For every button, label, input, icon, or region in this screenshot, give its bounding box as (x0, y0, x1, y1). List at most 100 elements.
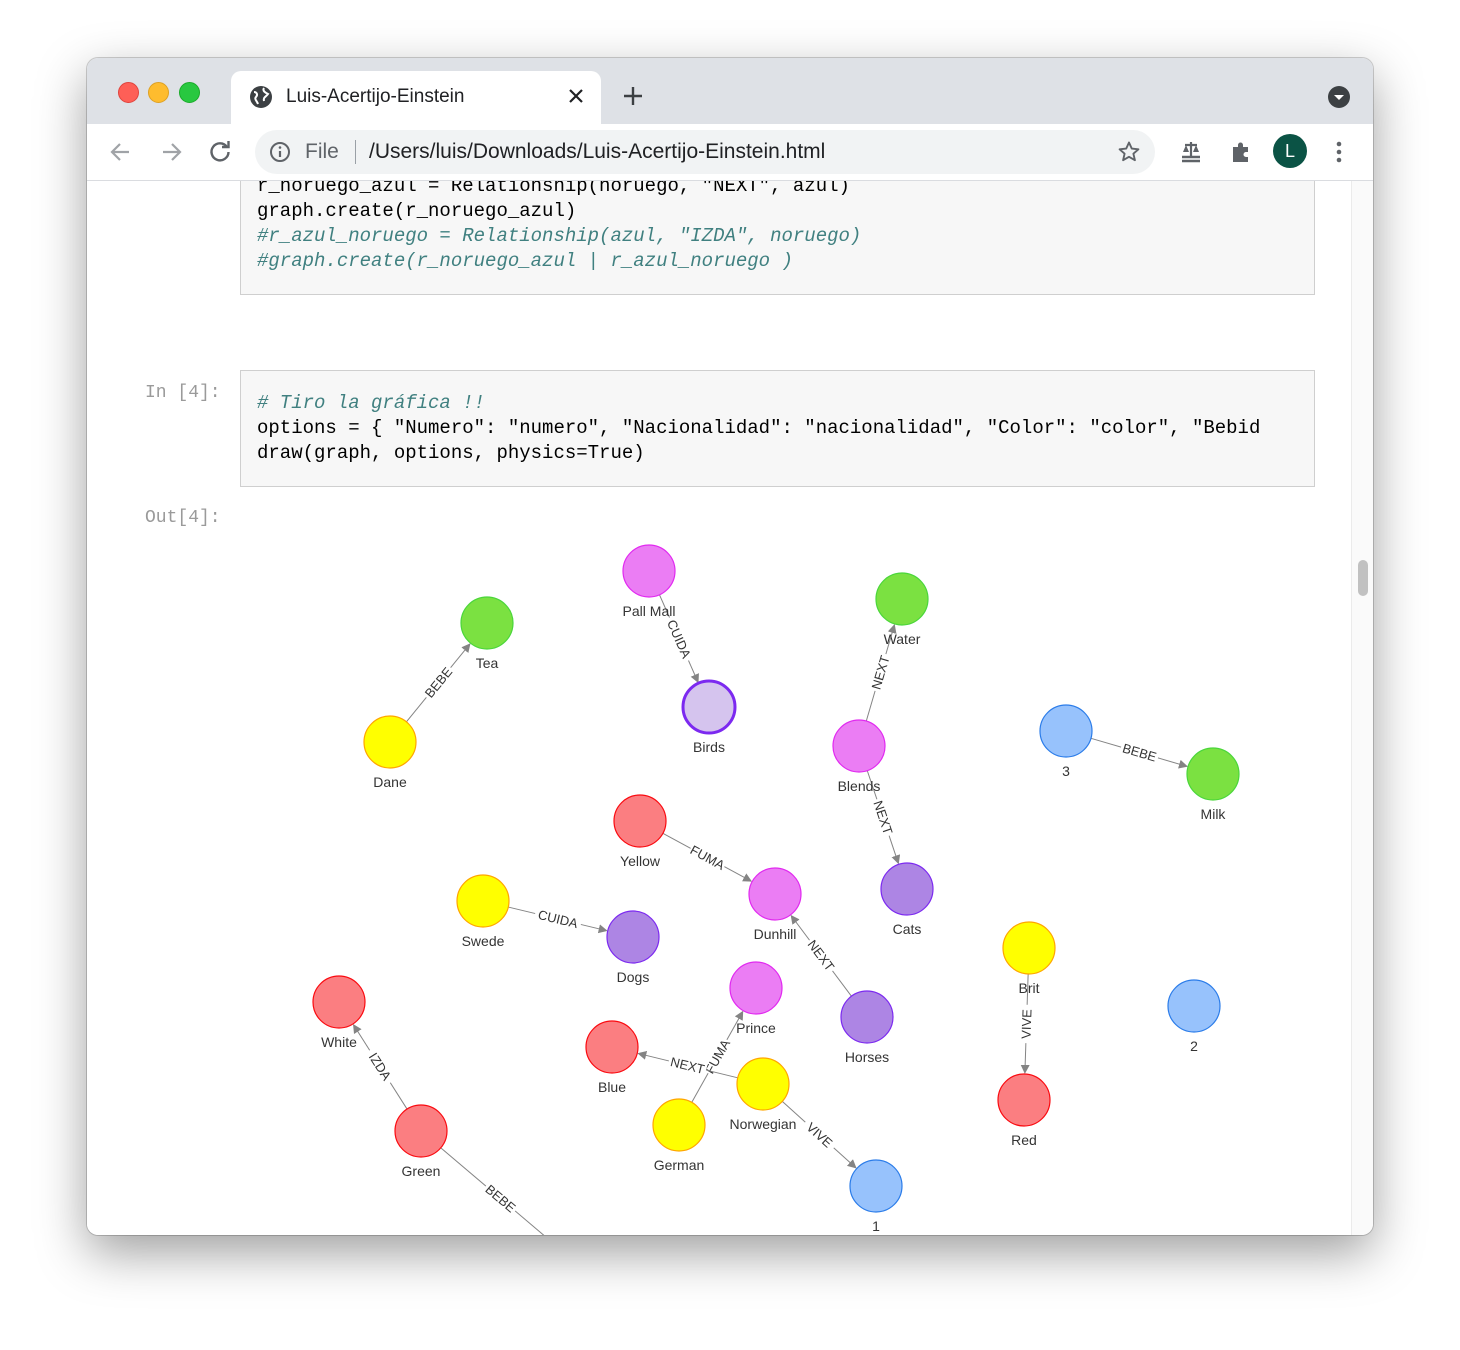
profile-avatar[interactable]: L (1273, 134, 1307, 168)
node-label: Norwegian (730, 1116, 797, 1132)
node-circle[interactable] (681, 679, 737, 735)
node-circle[interactable] (736, 1057, 790, 1111)
kebab-menu-icon[interactable] (1325, 138, 1353, 166)
node-circle[interactable] (456, 874, 510, 928)
close-icon[interactable] (567, 87, 585, 105)
edge-label: NEXT (669, 1054, 706, 1077)
node-circle[interactable] (622, 544, 676, 598)
node-label: Dunhill (754, 926, 797, 942)
graph-node-yellow[interactable]: Yellow (613, 794, 667, 869)
node-label: Swede (462, 933, 505, 949)
edge-label: CUIDA (664, 617, 694, 660)
tab-active[interactable]: Luis-Acertijo-Einstein (231, 71, 601, 124)
node-label: 3 (1062, 763, 1070, 779)
info-icon[interactable] (269, 141, 291, 163)
node-circle[interactable] (363, 715, 417, 769)
graph-node-blue[interactable]: Blue (585, 1020, 639, 1095)
node-label: Red (1011, 1132, 1037, 1148)
node-circle[interactable] (613, 794, 667, 848)
node-label: Milk (1201, 806, 1227, 822)
node-circle[interactable] (585, 1020, 639, 1074)
node-label: 1 (872, 1218, 880, 1234)
node-label: Tea (476, 655, 499, 671)
edge-label: NEXT (870, 799, 895, 837)
browser-toolbar: File /Users/luis/Downloads/Luis-Acertijo… (87, 124, 1373, 181)
node-circle[interactable] (652, 1098, 706, 1152)
extension-scale-icon[interactable] (1177, 138, 1205, 166)
tab-search-icon[interactable] (1327, 85, 1351, 109)
bookmark-star-icon[interactable] (1117, 140, 1141, 164)
edge-label: FUMA (688, 842, 728, 873)
graph-node-dane[interactable]: Dane (363, 715, 417, 790)
graph-node-brit[interactable]: Brit (1002, 921, 1056, 996)
graph-node-norwegian[interactable]: Norwegian (730, 1057, 797, 1132)
graph-node-pall-mall[interactable]: Pall Mall (622, 544, 676, 619)
node-circle[interactable] (880, 862, 934, 916)
window-close-button[interactable] (118, 82, 139, 103)
graph-node-water[interactable]: Water (875, 572, 929, 647)
graph-node-white[interactable]: White (312, 975, 366, 1050)
edge-label: VIVE (1019, 1009, 1035, 1039)
node-label: Water (884, 631, 921, 647)
node-circle[interactable] (394, 1104, 448, 1158)
node-circle[interactable] (748, 867, 802, 921)
address-bar[interactable]: File /Users/luis/Downloads/Luis-Acertijo… (255, 130, 1155, 174)
graph-node-prince[interactable]: Prince (729, 961, 783, 1036)
puzzle-extensions-icon[interactable] (1227, 138, 1255, 166)
forward-arrow-icon[interactable] (157, 138, 185, 166)
node-label: Dane (373, 774, 407, 790)
node-circle[interactable] (1039, 704, 1093, 758)
graph-node-milk[interactable]: Milk (1186, 747, 1240, 822)
graph-node-dunhill[interactable]: Dunhill (748, 867, 802, 942)
reload-icon[interactable] (206, 138, 234, 166)
url-text[interactable]: /Users/luis/Downloads/Luis-Acertijo-Eins… (369, 140, 825, 164)
node-circle[interactable] (606, 910, 660, 964)
node-circle[interactable] (997, 1073, 1051, 1127)
node-label: Brit (1019, 980, 1040, 996)
node-circle[interactable] (729, 961, 783, 1015)
node-circle[interactable] (840, 990, 894, 1044)
window-minimize-button[interactable] (148, 82, 169, 103)
network-graph[interactable]: BEBECUIDANEXTBEBENEXTFUMACUIDANEXTVIVEIZ… (87, 181, 1351, 1235)
url-scheme-label: File (305, 140, 339, 163)
node-circle[interactable] (1002, 921, 1056, 975)
edge-label: BEBE (1121, 740, 1159, 764)
edge-label: NEXT (868, 654, 892, 692)
node-label: Blue (598, 1079, 626, 1095)
node-circle[interactable] (875, 572, 929, 626)
graph-node-blends[interactable]: Blends (832, 719, 886, 794)
back-arrow-icon[interactable] (107, 138, 135, 166)
graph-node-horses[interactable]: Horses (840, 990, 894, 1065)
browser-window: Luis-Acertijo-Einstein File /Users/luis/… (87, 58, 1373, 1235)
node-label: Birds (693, 739, 725, 755)
graph-node-swede[interactable]: Swede (456, 874, 510, 949)
node-circle[interactable] (312, 975, 366, 1029)
graph-node-birds[interactable]: Birds (681, 679, 737, 755)
graph-node-tea[interactable]: Tea (460, 596, 514, 671)
window-maximize-button[interactable] (179, 82, 200, 103)
graph-node-red[interactable]: Red (997, 1073, 1051, 1148)
tab-strip: Luis-Acertijo-Einstein (87, 58, 1373, 124)
vertical-scrollbar[interactable] (1351, 181, 1373, 1235)
graph-node-german[interactable]: German (652, 1098, 706, 1173)
node-label: 2 (1190, 1038, 1198, 1054)
node-circle[interactable] (849, 1159, 903, 1213)
graph-node-cats[interactable]: Cats (880, 862, 934, 937)
graph-node-dogs[interactable]: Dogs (606, 910, 660, 985)
edge-label: NEXT (805, 937, 838, 974)
graph-node-green[interactable]: Green (394, 1104, 448, 1179)
graph-node-n2[interactable]: 2 (1167, 979, 1221, 1054)
node-label: Blends (838, 778, 881, 794)
new-tab-icon[interactable] (621, 84, 645, 108)
page-content: r_noruego_azul = Relationship(noruego, "… (87, 181, 1351, 1235)
node-circle[interactable] (832, 719, 886, 773)
graph-node-n3[interactable]: 3 (1039, 704, 1093, 779)
node-circle[interactable] (1167, 979, 1221, 1033)
node-label: Horses (845, 1049, 889, 1065)
node-circle[interactable] (1186, 747, 1240, 801)
globe-icon (250, 86, 272, 108)
node-circle[interactable] (460, 596, 514, 650)
scrollbar-thumb[interactable] (1358, 560, 1368, 596)
graph-node-n1[interactable]: 1 (849, 1159, 903, 1234)
node-label: Green (402, 1163, 441, 1179)
